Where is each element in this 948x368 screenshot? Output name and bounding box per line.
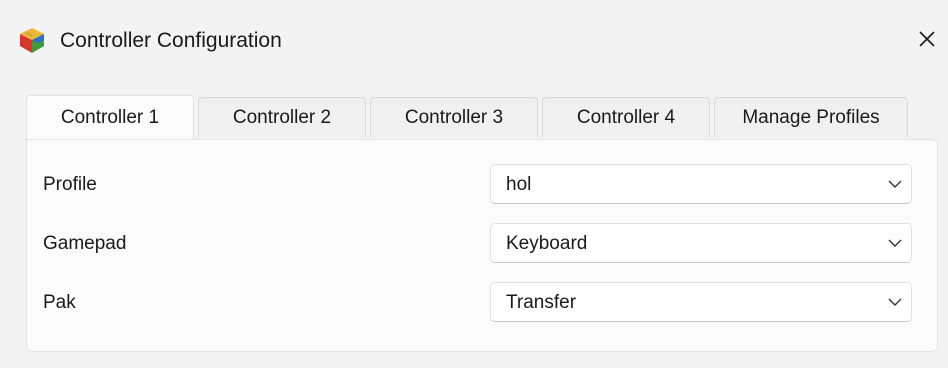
pak-value: Transfer [506,292,577,313]
profile-dropdown[interactable]: hol [490,164,912,204]
close-icon [919,31,935,47]
chevron-down-icon [888,298,902,306]
close-button[interactable] [912,24,942,54]
gamepad-label: Gamepad [43,233,127,254]
pak-dropdown[interactable]: Transfer [490,282,912,322]
profile-label: Profile [43,174,97,195]
tab-label: Controller 3 [404,106,504,128]
tab-label: Manage Profiles [742,106,880,128]
tab-manage-profiles[interactable]: Manage Profiles [714,97,908,137]
pak-label: Pak [43,292,76,313]
controller-settings-panel: Profile hol Gamepad Keyboard Pak Transfe… [26,139,938,352]
title-bar: Controller Configuration [0,0,948,78]
chevron-down-icon [888,180,902,188]
chevron-down-icon [888,239,902,247]
tab-label: Controller 2 [232,106,332,128]
gamepad-dropdown[interactable]: Keyboard [490,223,912,263]
tab-controller-2[interactable]: Controller 2 [198,97,366,137]
tab-controller-4[interactable]: Controller 4 [542,97,710,137]
window-title: Controller Configuration [60,29,282,52]
tab-label: Controller 1 [60,106,160,128]
cube-icon [18,26,46,54]
controller-configuration-window: Controller Configuration Controller 1 Co… [0,0,948,368]
tab-controller-3[interactable]: Controller 3 [370,97,538,137]
tab-controller-1[interactable]: Controller 1 [26,95,194,139]
profile-value: hol [506,174,532,195]
gamepad-value: Keyboard [506,233,588,254]
tab-label: Controller 4 [576,106,676,128]
